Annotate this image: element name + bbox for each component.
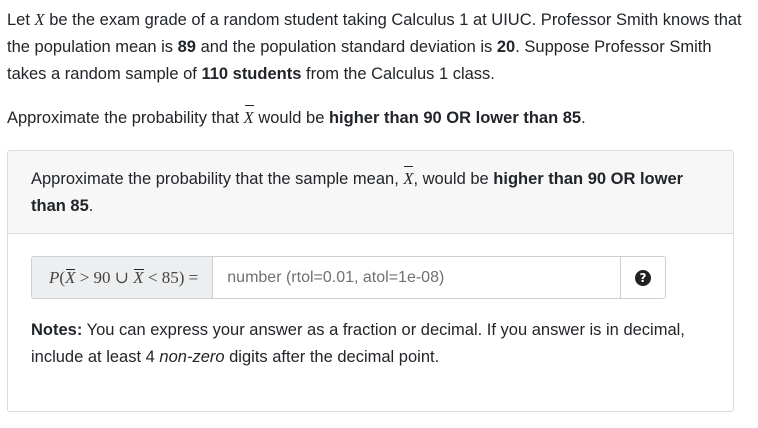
question-circle-icon[interactable]: ? [635, 269, 651, 286]
math-part: < 85) = [143, 267, 199, 287]
math-part: > 90 ∪ [75, 267, 134, 287]
answer-label: P(X > 90 ∪ X < 85) = [31, 256, 213, 299]
population-sd: 20 [496, 38, 516, 56]
card-body: P(X > 90 ∪ X < 85) = ? Notes: You can ex… [8, 234, 733, 371]
question-condition: higher than 90 OR lower than 85 [328, 109, 582, 127]
variable-xbar: X [403, 165, 414, 192]
variable-xbar: X [65, 267, 76, 287]
header-text: , would be [413, 170, 494, 188]
population-mean: 89 [177, 38, 196, 56]
question-part: would be [253, 109, 329, 127]
problem-intro: Let X be the exam grade of a random stud… [7, 6, 747, 88]
question-card: Approximate the probability that the sam… [7, 150, 734, 412]
header-text: . [88, 197, 94, 215]
card-header: Approximate the probability that the sam… [8, 151, 733, 234]
prob-symbol: P [49, 267, 60, 287]
notes: Notes: You can express your answer as a … [31, 317, 691, 371]
sample-size: 110 students [201, 65, 302, 83]
variable-x: X [34, 10, 45, 29]
notes-text: digits after the decimal point. [224, 348, 440, 366]
answer-input-group: P(X > 90 ∪ X < 85) = ? [31, 256, 666, 299]
answer-field[interactable] [212, 256, 621, 299]
variable-xbar: X [244, 104, 254, 132]
question-text: Approximate the probability that X would… [7, 104, 747, 132]
variable-xbar: X [133, 267, 145, 287]
intro-text: and the population standard deviation is [195, 38, 497, 56]
intro-text: Let [7, 11, 35, 29]
intro-text: from the Calculus 1 class. [301, 65, 495, 83]
question-part: . [581, 109, 586, 127]
help-button[interactable]: ? [621, 256, 666, 299]
header-text: Approximate the probability that the sam… [31, 170, 404, 188]
question-part: Approximate the probability that [7, 109, 244, 127]
notes-emphasis: non-zero [159, 348, 225, 366]
notes-label: Notes: [31, 321, 83, 339]
